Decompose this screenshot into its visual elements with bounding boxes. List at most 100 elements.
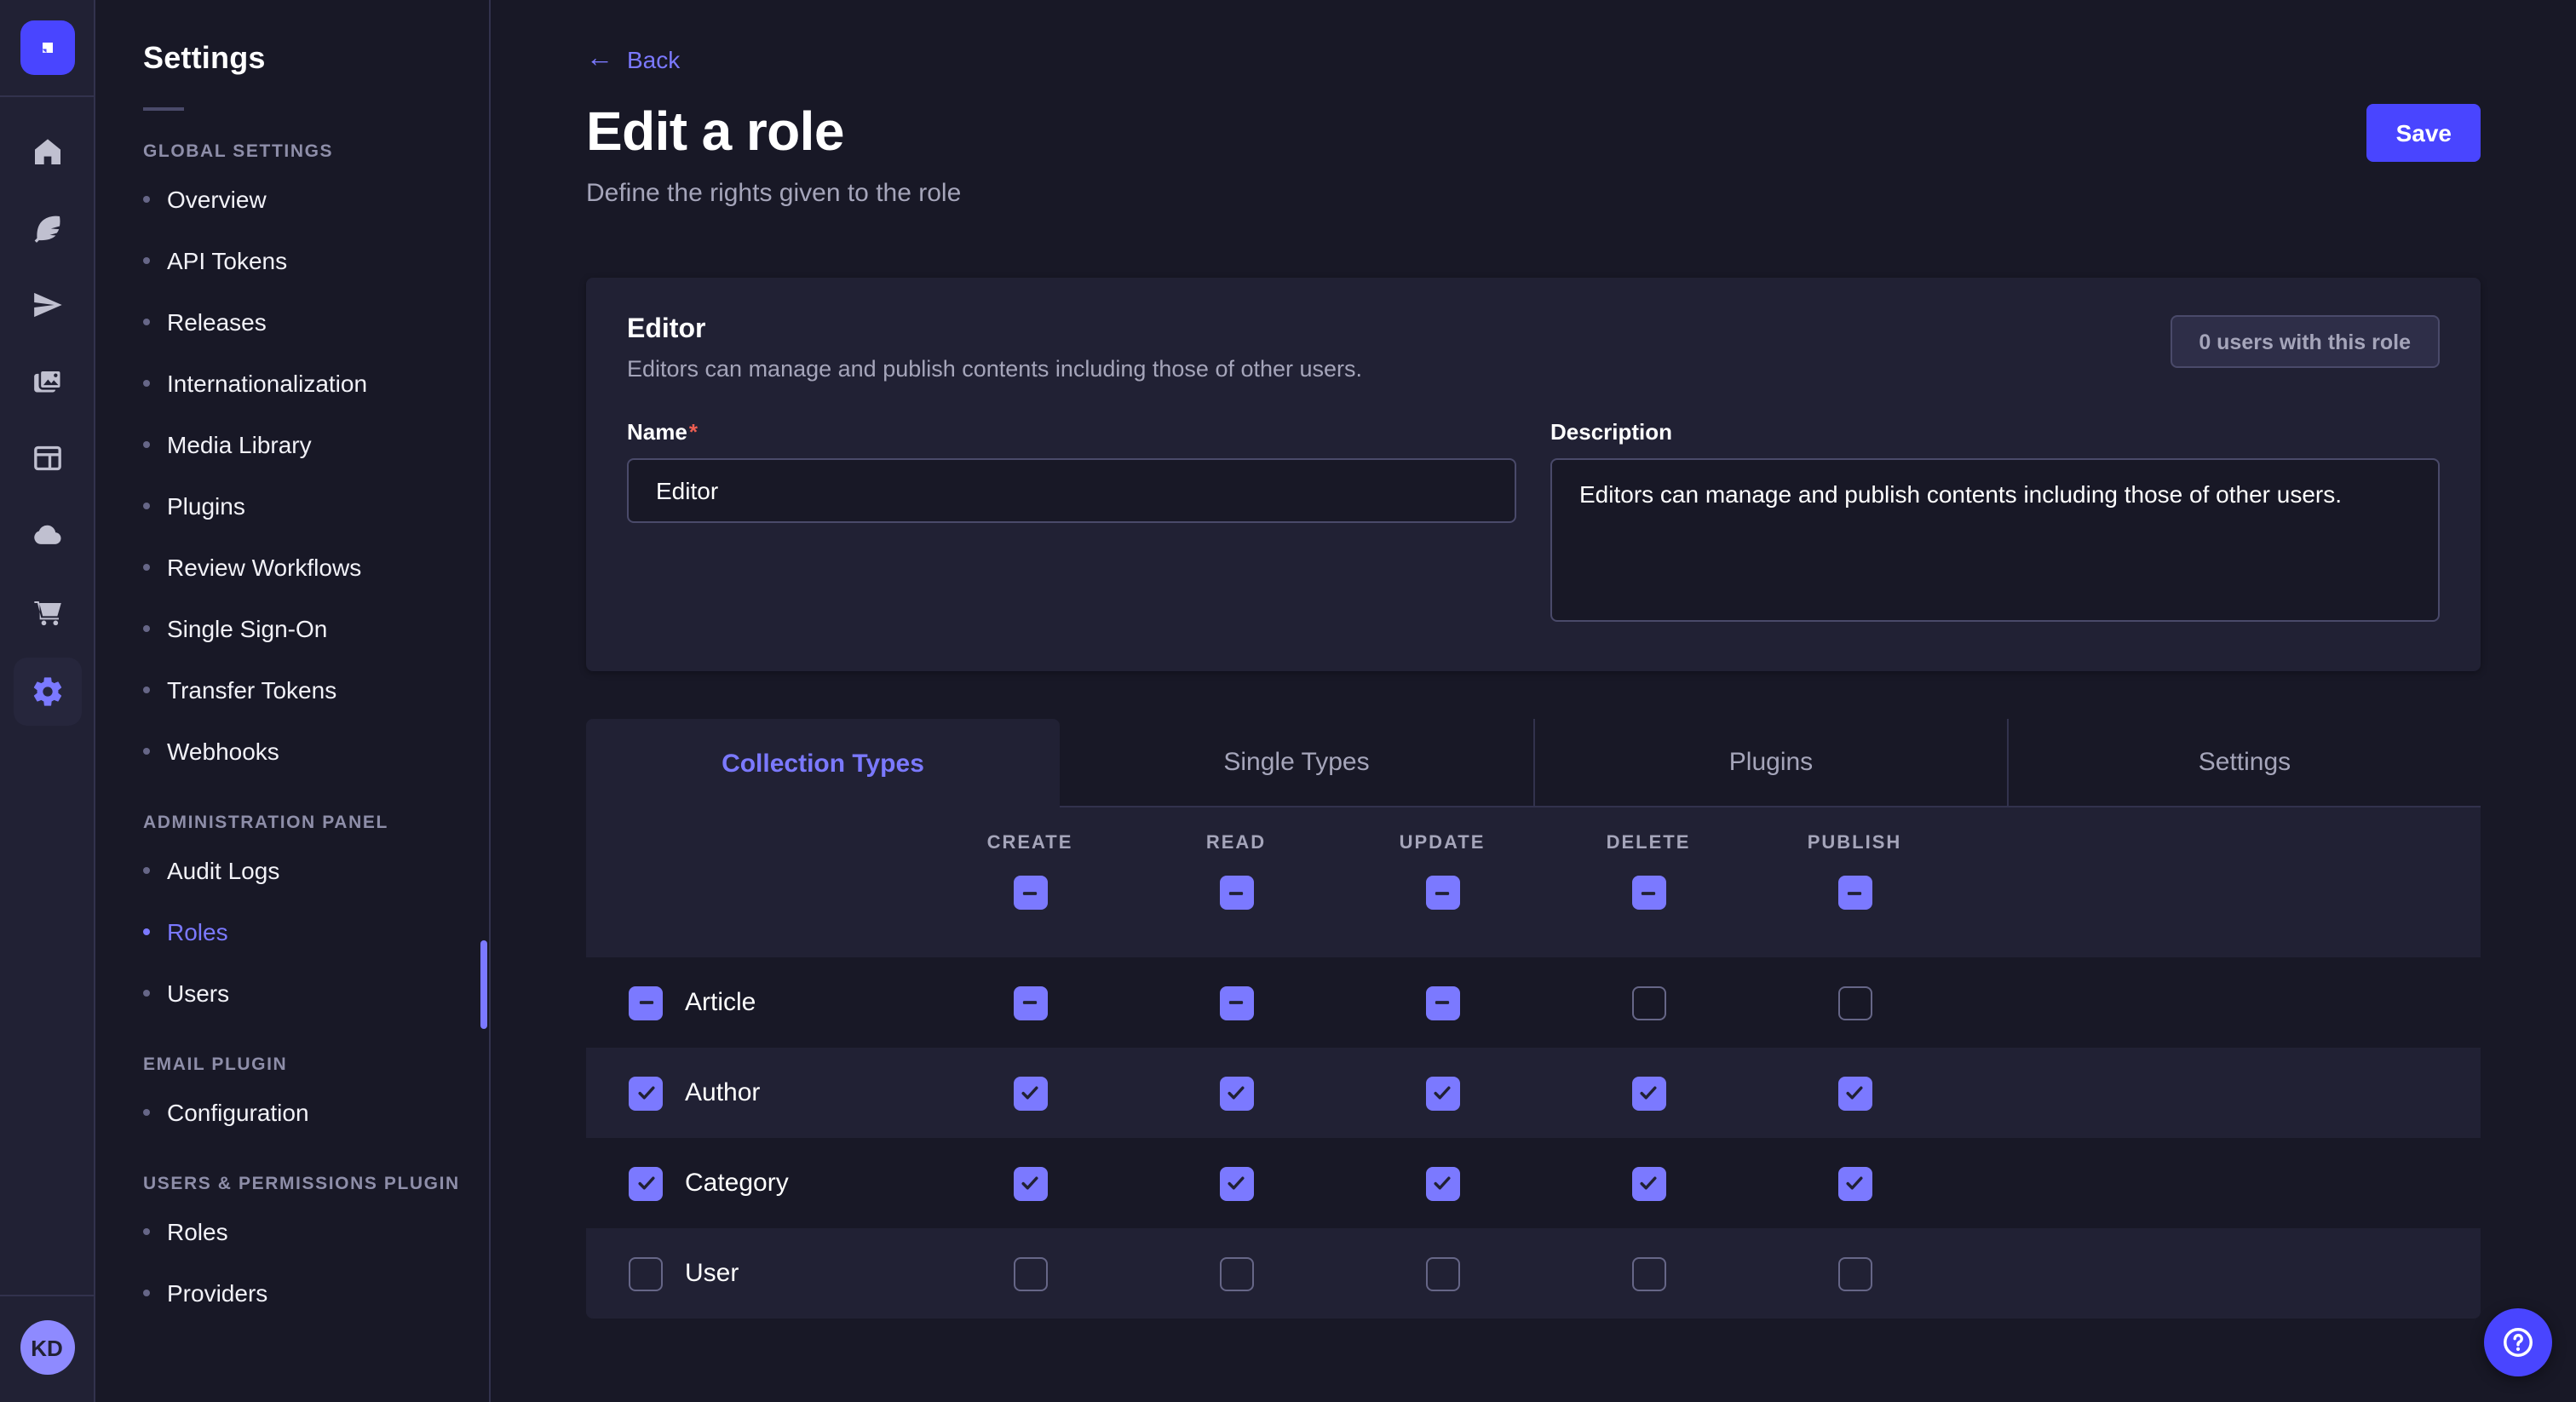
article-delete-checkbox[interactable] (1631, 985, 1665, 1020)
bullet-icon (143, 625, 150, 632)
sidebar-item-providers[interactable]: Providers (143, 1262, 489, 1324)
sidebar-item-label: Webhooks (167, 738, 279, 765)
settings-subnav: Settings GLOBAL SETTINGSOverviewAPI Toke… (95, 0, 491, 1402)
back-link[interactable]: ← Back (586, 46, 680, 73)
sidebar-item-audit-logs[interactable]: Audit Logs (143, 840, 489, 901)
nav-releases-button[interactable] (13, 274, 81, 336)
role-details-card: Editor Editors can manage and publish co… (586, 278, 2481, 671)
sidebar-item-releases[interactable]: Releases (143, 291, 489, 353)
bullet-icon (143, 867, 150, 874)
sidebar-item-label: Providers (167, 1279, 267, 1307)
sidebar-item-label: Roles (167, 1218, 228, 1245)
sidebar-item-roles[interactable]: Roles (143, 901, 489, 962)
sidebar-item-label: Internationalization (167, 370, 367, 397)
subnav-title: Settings (143, 41, 489, 77)
author-create-checkbox[interactable] (1013, 1076, 1047, 1110)
sidebar-item-transfer-tokens[interactable]: Transfer Tokens (143, 659, 489, 721)
sidebar-item-label: Audit Logs (167, 857, 279, 884)
sidebar-item-overview[interactable]: Overview (143, 169, 489, 230)
nav-marketplace-button[interactable] (13, 581, 81, 642)
category-read-checkbox[interactable] (1219, 1166, 1253, 1200)
sidebar-item-review-workflows[interactable]: Review Workflows (143, 537, 489, 598)
author-update-checkbox[interactable] (1425, 1076, 1459, 1110)
permissions-card: Collection TypesSingle TypesPluginsSetti… (586, 719, 2481, 1319)
user-create-checkbox[interactable] (1013, 1256, 1047, 1290)
row-user-checkbox[interactable] (629, 1256, 663, 1290)
users-with-role-badge[interactable]: 0 users with this role (2170, 315, 2440, 368)
nav-media-library-button[interactable] (13, 351, 81, 412)
row-article-checkbox[interactable] (629, 985, 663, 1020)
row-category-checkbox[interactable] (629, 1166, 663, 1200)
subnav-scrollbar-thumb[interactable] (480, 940, 487, 1029)
bullet-icon (143, 380, 150, 387)
select-all-read-checkbox[interactable] (1219, 876, 1253, 910)
article-create-checkbox[interactable] (1013, 985, 1047, 1020)
help-button[interactable] (2484, 1308, 2552, 1376)
bullet-icon (143, 687, 150, 693)
images-icon (30, 365, 64, 399)
select-all-publish-checkbox[interactable] (1837, 876, 1872, 910)
sidebar-item-internationalization[interactable]: Internationalization (143, 353, 489, 414)
column-header-create: CREATE (987, 833, 1073, 853)
user-update-checkbox[interactable] (1425, 1256, 1459, 1290)
tab-collection-types[interactable]: Collection Types (586, 719, 1060, 807)
role-description-input[interactable]: Editors can manage and publish contents … (1550, 458, 2440, 622)
author-read-checkbox[interactable] (1219, 1076, 1253, 1110)
sidebar-item-plugins[interactable]: Plugins (143, 475, 489, 537)
nav-content-type-builder-button[interactable] (13, 428, 81, 489)
sidebar-item-label: Media Library (167, 431, 312, 458)
save-button[interactable]: Save (2367, 104, 2481, 162)
author-publish-checkbox[interactable] (1837, 1076, 1872, 1110)
sidebar-item-api-tokens[interactable]: API Tokens (143, 230, 489, 291)
select-all-create-checkbox[interactable] (1013, 876, 1047, 910)
sidebar-item-configuration[interactable]: Configuration (143, 1082, 489, 1143)
category-delete-checkbox[interactable] (1631, 1166, 1665, 1200)
sidebar-item-users[interactable]: Users (143, 962, 489, 1024)
cloud-icon (30, 518, 64, 552)
article-update-checkbox[interactable] (1425, 985, 1459, 1020)
row-author-checkbox[interactable] (629, 1076, 663, 1110)
user-read-checkbox[interactable] (1219, 1256, 1253, 1290)
permission-row-article: Article (586, 957, 2481, 1048)
tab-settings[interactable]: Settings (2007, 719, 2481, 807)
name-field-label: Name* (627, 419, 1516, 445)
subnav-section-header-email-plugin: EMAIL PLUGIN (143, 1054, 489, 1075)
article-read-checkbox[interactable] (1219, 985, 1253, 1020)
tab-plugins[interactable]: Plugins (1533, 719, 2007, 807)
select-all-update-checkbox[interactable] (1425, 876, 1459, 910)
category-update-checkbox[interactable] (1425, 1166, 1459, 1200)
sidebar-item-label: Users (167, 980, 229, 1007)
permissions-table-header: CREATEREADUPDATEDELETEPUBLISH (586, 807, 2481, 957)
nav-settings-button[interactable] (13, 658, 81, 726)
tab-single-types[interactable]: Single Types (1060, 719, 1533, 807)
strapi-logo-icon (33, 34, 60, 61)
sidebar-item-roles[interactable]: Roles (143, 1201, 489, 1262)
sidebar-item-single-sign-on[interactable]: Single Sign-On (143, 598, 489, 659)
select-all-delete-checkbox[interactable] (1631, 876, 1665, 910)
sidebar-item-label: Plugins (167, 492, 245, 520)
row-label: User (685, 1259, 739, 1288)
author-delete-checkbox[interactable] (1631, 1076, 1665, 1110)
row-label: Category (685, 1169, 789, 1198)
nav-deploy-button[interactable] (13, 504, 81, 566)
category-create-checkbox[interactable] (1013, 1166, 1047, 1200)
sidebar-item-label: Transfer Tokens (167, 676, 336, 704)
back-label: Back (627, 46, 680, 73)
required-asterisk: * (689, 419, 698, 445)
role-name-input[interactable] (627, 458, 1516, 523)
sidebar-item-webhooks[interactable]: Webhooks (143, 721, 489, 782)
user-avatar[interactable]: KD (20, 1320, 74, 1375)
bullet-icon (143, 319, 150, 325)
article-publish-checkbox[interactable] (1837, 985, 1872, 1020)
gear-icon (30, 675, 64, 709)
column-header-publish: PUBLISH (1808, 833, 1902, 853)
nav-home-button[interactable] (13, 121, 81, 182)
nav-content-manager-button[interactable] (13, 198, 81, 259)
sidebar-item-media-library[interactable]: Media Library (143, 414, 489, 475)
user-publish-checkbox[interactable] (1837, 1256, 1872, 1290)
strapi-logo[interactable] (20, 20, 74, 75)
category-publish-checkbox[interactable] (1837, 1166, 1872, 1200)
subnav-title-underline (143, 107, 184, 111)
bullet-icon (143, 503, 150, 509)
user-delete-checkbox[interactable] (1631, 1256, 1665, 1290)
